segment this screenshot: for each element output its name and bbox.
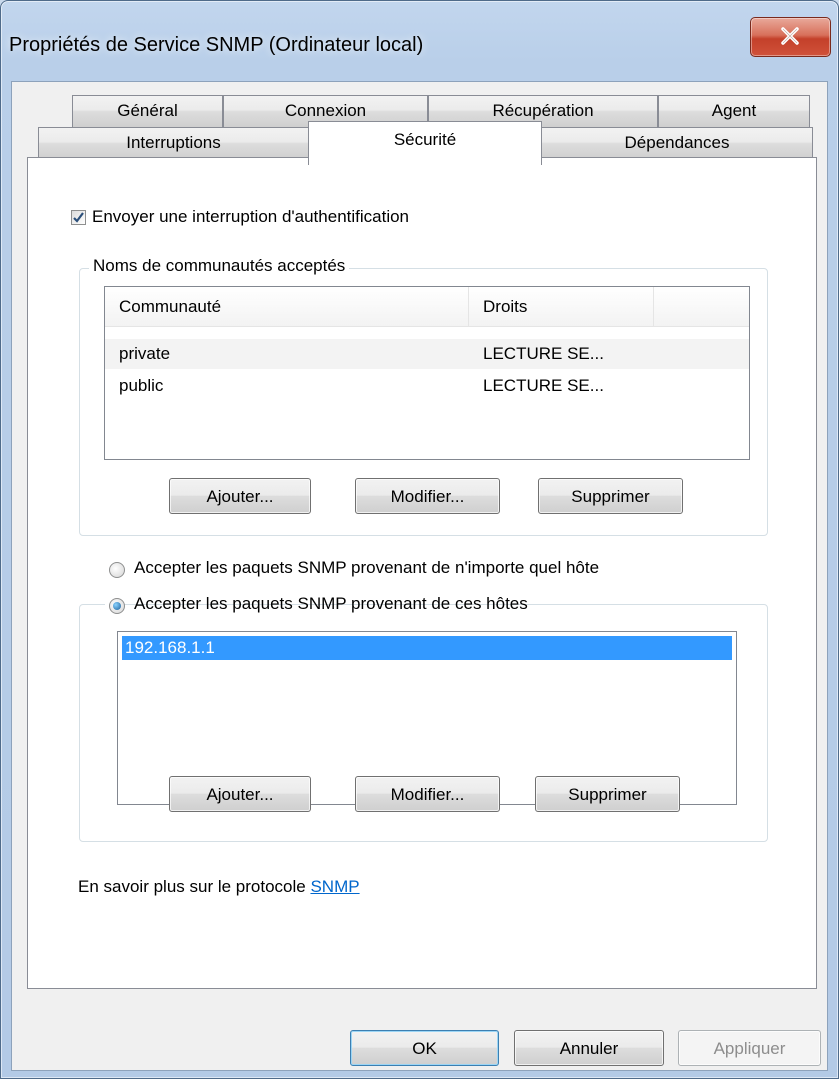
accept-any-host-label: Accepter les paquets SNMP provenant de n… (134, 558, 600, 577)
accept-any-host-radio[interactable] (109, 562, 125, 578)
close-button[interactable] (750, 17, 831, 57)
accept-hosts-option[interactable]: Accepter les paquets SNMP provenant de c… (105, 592, 528, 618)
communities-legend: Noms de communautés acceptés (89, 256, 350, 276)
host-add-button[interactable]: Ajouter... (169, 776, 311, 812)
community-add-button[interactable]: Ajouter... (169, 478, 311, 514)
dialog-window: Propriétés de Service SNMP (Ordinateur l… (0, 0, 839, 1079)
ok-button[interactable]: OK (350, 1030, 499, 1066)
apply-button[interactable]: Appliquer (678, 1030, 821, 1066)
accept-hosts-radio[interactable] (109, 598, 125, 614)
auth-trap-label: Envoyer une interruption d'authentificat… (92, 207, 410, 226)
auth-trap-checkbox[interactable] (71, 210, 86, 225)
community-remove-button[interactable]: Supprimer (538, 478, 683, 514)
cancel-button[interactable]: Annuler (514, 1030, 664, 1066)
close-icon (781, 27, 799, 45)
column-header-communaute[interactable]: Communauté (105, 287, 469, 327)
communities-list[interactable]: Communauté Droits private LECTURE SE... … (104, 286, 750, 460)
title-bar[interactable]: Propriétés de Service SNMP (Ordinateur l… (1, 1, 838, 81)
community-rights: LECTURE SE... (483, 344, 604, 363)
security-tab-panel: Envoyer une interruption d'authentificat… (27, 157, 817, 989)
tab-interruptions[interactable]: Interruptions (38, 127, 309, 159)
tab-securite[interactable]: Sécurité (308, 121, 542, 165)
host-remove-button[interactable]: Supprimer (535, 776, 680, 812)
snmp-link[interactable]: SNMP (310, 877, 359, 896)
tab-agent[interactable]: Agent (658, 95, 810, 127)
column-header-droits[interactable]: Droits (469, 287, 654, 327)
tab-general[interactable]: Général (72, 95, 223, 127)
window-title: Propriétés de Service SNMP (Ordinateur l… (9, 34, 424, 56)
learn-more-label: En savoir plus sur le protocole (78, 877, 306, 896)
tab-dependances[interactable]: Dépendances (541, 127, 813, 159)
community-rights: LECTURE SE... (483, 376, 604, 395)
host-address: 192.168.1.1 (125, 638, 215, 657)
checkmark-icon (73, 212, 84, 223)
table-row[interactable]: private LECTURE SE... (105, 339, 749, 369)
accept-hosts-label: Accepter les paquets SNMP provenant de c… (134, 594, 528, 613)
column-header-empty (654, 287, 749, 327)
host-edit-button[interactable]: Modifier... (355, 776, 500, 812)
list-item[interactable]: 192.168.1.1 (122, 636, 732, 660)
community-name: public (119, 376, 164, 395)
community-name: private (119, 344, 171, 363)
table-row[interactable]: public LECTURE SE... (105, 371, 749, 401)
community-edit-button[interactable]: Modifier... (355, 478, 500, 514)
learn-more-text: En savoir plus sur le protocole SNMP (78, 877, 360, 897)
